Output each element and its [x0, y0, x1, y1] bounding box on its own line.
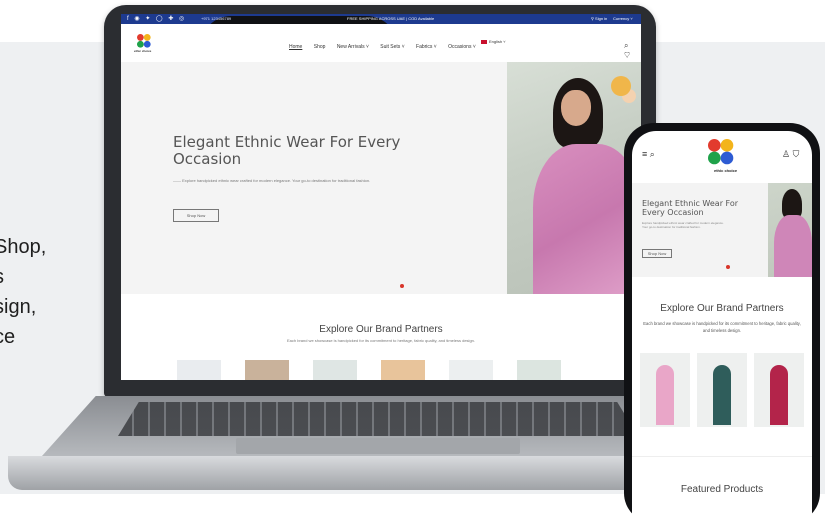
- slider-dot[interactable]: [400, 284, 404, 288]
- product-card[interactable]: [697, 353, 747, 427]
- brand-card[interactable]: [449, 360, 493, 380]
- currency-select[interactable]: Currency ˅: [613, 16, 633, 21]
- phone-shop-now-button[interactable]: Shop Now: [642, 249, 672, 258]
- hero-description: —— Explore handpicked ethnic wear crafte…: [173, 178, 371, 183]
- flower-decoration: [611, 76, 631, 96]
- product-figure: [770, 365, 788, 425]
- model-face: [561, 90, 591, 126]
- phone-hero-title: Elegant Ethnic Wear For Every Occasion: [642, 199, 739, 217]
- site-logo[interactable]: [137, 34, 151, 48]
- language-label: English ˅: [489, 39, 506, 44]
- nav-shop[interactable]: Shop: [314, 44, 326, 50]
- product-card[interactable]: [640, 353, 690, 427]
- side-caption-line: Shop,: [0, 236, 47, 258]
- phone-header: ≡ ⌕ ethic choice ♙ ⛉: [632, 131, 812, 177]
- logo-red-dot: [708, 139, 721, 152]
- nav-fabrics[interactable]: Fabrics ˅: [416, 44, 437, 50]
- logo-red-dot: [137, 34, 144, 41]
- nav-new-arrivals[interactable]: New Arrivals ˅: [337, 44, 369, 50]
- product-card[interactable]: [754, 353, 804, 427]
- flag-icon: [481, 39, 487, 44]
- brand-card[interactable]: [313, 360, 357, 380]
- phone-hero-description: Explore handpicked ethnic wear crafted f…: [642, 221, 724, 229]
- phone-brand-partners-subtitle: Each brand we showcase is handpicked for…: [643, 321, 801, 333]
- side-caption-line: sign,: [0, 296, 37, 318]
- product-figure: [656, 365, 674, 425]
- logo-green-dot: [137, 40, 144, 48]
- phone-screen: ≡ ⌕ ethic choice ♙ ⛉ Elegant Ethnic Wear…: [632, 131, 812, 523]
- side-caption-line: s: [0, 262, 46, 292]
- sign-in-link[interactable]: ⚲ Sign in: [591, 16, 607, 21]
- language-select[interactable]: English ˅: [481, 39, 506, 44]
- account-cart-icons[interactable]: ♙ ⛉: [782, 149, 799, 160]
- site-topbar: f ◉ ✦ ◯ ✚ ◎ +971 123456789 FREE SHIPPING…: [121, 14, 641, 380]
- hero-title: Elegant Ethnic Wear For Every Occasion: [173, 133, 401, 168]
- phone-brand-partners-title: Explore Our Brand Partners: [660, 303, 784, 314]
- brand-name: ethic choice: [134, 49, 152, 53]
- brand-card[interactable]: [381, 360, 425, 380]
- nav-home[interactable]: Home: [289, 44, 302, 50]
- side-caption-line: ce: [0, 326, 16, 348]
- hero-model-image: [507, 62, 641, 294]
- menu-search-icons[interactable]: ≡ ⌕: [642, 149, 655, 160]
- model-dress: [774, 215, 812, 277]
- main-menu: Home Shop New Arrivals ˅ Suit Sets ˅ Fab…: [289, 44, 486, 50]
- topbar-promo: FREE SHIPPING ACROSS UAE | COD Available: [347, 16, 435, 21]
- brand-card[interactable]: [245, 360, 289, 380]
- logo-yellow-dot: [143, 34, 151, 41]
- nav-occasions[interactable]: Occasions ˅: [448, 44, 476, 50]
- section-divider: [632, 456, 812, 457]
- logo-yellow-dot: [720, 139, 734, 152]
- phone-logo[interactable]: [708, 139, 734, 165]
- site-navbar: ethic choice Home Shop New Arrivals ˅ Su…: [121, 24, 641, 70]
- laptop-screen: f ◉ ✦ ◯ ✚ ◎ +971 123456789 FREE SHIPPING…: [121, 14, 641, 380]
- logo-green-dot: [708, 151, 721, 165]
- logo-blue-dot: [143, 40, 151, 48]
- featured-products-title: Featured Products: [680, 484, 764, 495]
- logo-blue-dot: [720, 151, 734, 165]
- side-caption: Shop, s sign, ce: [0, 232, 46, 352]
- laptop-keyboard: [118, 402, 638, 436]
- phone-slider-dot[interactable]: [726, 265, 730, 269]
- brand-partners-section: Explore Our Brand Partners Each brand we…: [121, 294, 641, 380]
- laptop-touchpad: [236, 438, 520, 454]
- shop-now-button[interactable]: Shop Now: [173, 209, 219, 222]
- phone-hero-model-image: [768, 183, 812, 277]
- nav-suit-sets[interactable]: Suit Sets ˅: [380, 44, 404, 50]
- screenshot-stage: Shop, s sign, ce f ◉ ✦ ◯ ✚ ◎ +971 123456…: [0, 0, 825, 523]
- brand-partners-title: Explore Our Brand Partners: [319, 324, 443, 335]
- brand-partners-subtitle: Each brand we showcase is handpicked for…: [286, 338, 476, 343]
- brand-card[interactable]: [177, 360, 221, 380]
- brand-card[interactable]: [517, 360, 561, 380]
- phone-brand-name: ethic choice: [714, 168, 738, 173]
- product-figure: [713, 365, 731, 425]
- social-icons[interactable]: f ◉ ✦ ◯ ✚ ◎: [127, 15, 186, 22]
